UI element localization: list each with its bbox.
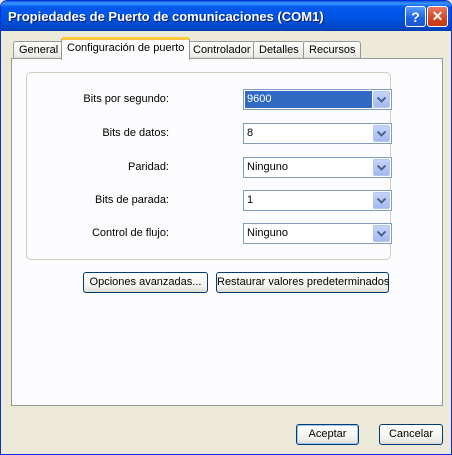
- parity-label: Paridad:: [128, 161, 169, 173]
- chevron-down-icon: [377, 130, 386, 137]
- parity-dropdown-button[interactable]: [373, 159, 390, 176]
- close-icon: ✕: [431, 8, 444, 24]
- bits-per-second-value: 9600: [245, 91, 372, 108]
- flow-control-value: Ninguno: [247, 227, 288, 239]
- data-bits-label: Bits de datos:: [102, 127, 169, 139]
- help-button[interactable]: ?: [405, 6, 426, 27]
- ok-button[interactable]: Aceptar: [296, 424, 359, 445]
- stop-bits-value: 1: [247, 194, 254, 206]
- data-bits-select[interactable]: 8: [243, 123, 392, 144]
- data-bits-dropdown-button[interactable]: [373, 125, 390, 142]
- tab-driver[interactable]: Controlador: [187, 41, 257, 59]
- parity-select[interactable]: Ninguno: [243, 157, 392, 178]
- stop-bits-label: Bits de parada:: [95, 194, 169, 206]
- chevron-down-icon: [377, 164, 386, 171]
- chevron-down-icon: [377, 96, 386, 103]
- flow-control-dropdown-button[interactable]: [373, 225, 390, 242]
- port-settings-panel: Bits por segundo: 9600 Bits de datos: 8 …: [11, 58, 443, 406]
- parity-value: Ninguno: [247, 161, 288, 173]
- flow-control-select[interactable]: Ninguno: [243, 223, 392, 244]
- tab-resources[interactable]: Recursos: [303, 41, 362, 59]
- settings-group: Bits por segundo: 9600 Bits de datos: 8 …: [26, 72, 392, 260]
- restore-defaults-button[interactable]: Restaurar valores predeterminados: [216, 272, 389, 293]
- cancel-button[interactable]: Cancelar: [379, 424, 443, 445]
- tab-general[interactable]: General: [13, 41, 65, 59]
- bits-per-second-dropdown-button[interactable]: [373, 91, 390, 108]
- help-icon: ?: [411, 8, 420, 25]
- title-bar[interactable]: Propiedades de Puerto de comunicaciones …: [1, 1, 451, 31]
- bits-per-second-label: Bits por segundo:: [83, 93, 169, 105]
- stop-bits-select[interactable]: 1: [243, 190, 392, 211]
- bits-per-second-select[interactable]: 9600: [243, 89, 392, 110]
- tab-details[interactable]: Detalles: [253, 41, 305, 59]
- flow-control-label: Control de flujo:: [91, 227, 169, 239]
- tab-strip: General Configuración de puerto Controla…: [11, 37, 443, 60]
- advanced-options-button[interactable]: Opciones avanzadas...: [83, 272, 208, 293]
- data-bits-value: 8: [247, 127, 254, 139]
- dialog-window: Propiedades de Puerto de comunicaciones …: [0, 0, 452, 455]
- close-button[interactable]: ✕: [427, 6, 448, 27]
- chevron-down-icon: [377, 230, 386, 237]
- stop-bits-dropdown-button[interactable]: [373, 192, 390, 209]
- tab-port-settings[interactable]: Configuración de puerto: [61, 37, 191, 60]
- window-title: Propiedades de Puerto de comunicaciones …: [8, 9, 324, 24]
- chevron-down-icon: [377, 197, 386, 204]
